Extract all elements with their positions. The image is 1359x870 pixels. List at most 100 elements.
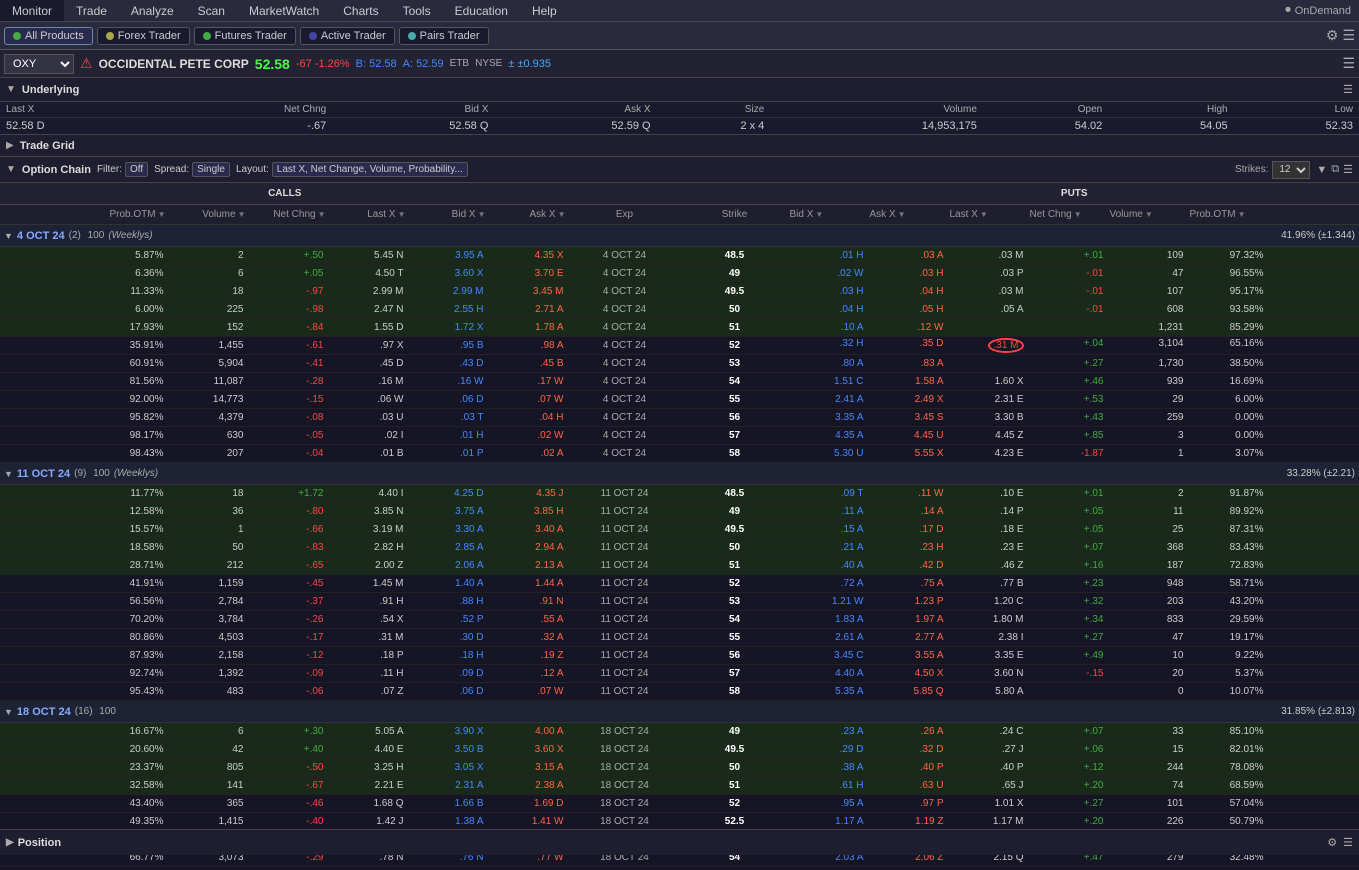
call-netchng: -.98 (250, 304, 330, 315)
gear-icon[interactable]: ⚙ (1326, 27, 1339, 44)
nav-education[interactable]: Education (443, 0, 520, 21)
data-row[interactable]: 95.82% 4,379 -.08 .03 U .03 T .04 H 4 OC… (0, 409, 1359, 427)
data-row[interactable]: 6.00% 225 -.98 2.47 N 2.55 H 2.71 A 4 OC… (0, 301, 1359, 319)
call-probotm: 17.93% (90, 322, 170, 333)
puts-col-netchng[interactable]: Net Chng▼ (1030, 209, 1110, 220)
data-row[interactable]: 56.56% 2,784 -.37 .91 H .88 H .91 N 11 O… (0, 593, 1359, 611)
pairs-trader-button[interactable]: Pairs Trader (399, 27, 489, 45)
position-gear-icon[interactable]: ⚙ (1327, 836, 1337, 849)
call-probotm: 11.33% (90, 286, 170, 297)
put-probotm: 96.55% (1190, 268, 1270, 279)
nav-analyze[interactable]: Analyze (119, 0, 186, 21)
nav-marketwatch[interactable]: MarketWatch (237, 0, 331, 21)
menu-icon[interactable]: ☰ (1342, 27, 1355, 44)
data-row[interactable]: 23.37% 805 -.50 3.25 H 3.05 X 3.15 A 18 … (0, 759, 1359, 777)
data-row[interactable]: 43.40% 365 -.46 1.68 Q 1.66 B 1.69 D 18 … (0, 795, 1359, 813)
data-row[interactable]: 81.56% 11,087 -.28 .16 M .16 W .17 W 4 O… (0, 373, 1359, 391)
puts-col-askx[interactable]: Ask X▼ (870, 209, 950, 220)
data-row[interactable]: 98.17% 630 -.05 .02 I .01 H .02 W 4 OCT … (0, 427, 1359, 445)
data-row[interactable]: 11.77% 18 +1.72 4.40 I 4.25 D 4.35 J 11 … (0, 485, 1359, 503)
expiry-strikes-1: 100 (90, 468, 109, 479)
call-volume: 152 (170, 322, 250, 333)
nav-scan[interactable]: Scan (186, 0, 237, 21)
calls-col-probotm[interactable]: Prob.OTM▼ (90, 209, 170, 220)
trade-grid-header[interactable]: ▶ Trade Grid (0, 135, 1359, 157)
nav-monitor[interactable]: Monitor (0, 0, 64, 21)
data-row[interactable]: 16.67% 6 +.30 5.05 A 3.90 X 4.00 A 18 OC… (0, 723, 1359, 741)
puts-data-1-0: .09 T .11 W .10 E +.01 2 91.87% (790, 488, 1359, 499)
data-row[interactable]: 41.91% 1,159 -.45 1.45 M 1.40 A 1.44 A 1… (0, 575, 1359, 593)
all-products-button[interactable]: All Products (4, 27, 93, 45)
data-row[interactable]: 12.58% 36 -.80 3.85 N 3.75 A 3.85 H 11 O… (0, 503, 1359, 521)
calls-col-netchng[interactable]: Net Chng▼ (250, 209, 330, 220)
calls-col-bidx[interactable]: Bid X▼ (410, 209, 490, 220)
calls-col-lastx[interactable]: Last X▼ (330, 209, 410, 220)
put-bidx: .21 A (790, 542, 870, 553)
calls-data-0-7: 81.56% 11,087 -.28 .16 M .16 W .17 W (0, 376, 570, 387)
data-row[interactable]: 87.93% 2,158 -.12 .18 P .18 H .19 Z 11 O… (0, 647, 1359, 665)
put-volume: 20 (1110, 668, 1190, 679)
symbol-select[interactable]: OXY (4, 54, 74, 74)
symbol-bar-menu[interactable]: ☰ (1342, 55, 1355, 72)
data-row[interactable]: 32.58% 141 -.67 2.21 E 2.31 A 2.38 A 18 … (0, 777, 1359, 795)
puts-col-bidx[interactable]: Bid X▼ (790, 209, 870, 220)
put-probotm: 82.01% (1190, 744, 1270, 755)
data-row[interactable]: 95.43% 483 -.06 .07 Z .06 D .07 W 11 OCT… (0, 683, 1359, 701)
trade-grid-chevron: ▶ (6, 140, 14, 151)
puts-data-1-6: 1.21 W 1.23 P 1.20 C +.32 203 43.20% (790, 596, 1359, 607)
underlying-menu[interactable]: ☰ (1343, 83, 1353, 96)
data-row[interactable]: 92.74% 1,392 -.09 .11 H .09 D .12 A 11 O… (0, 665, 1359, 683)
position-label[interactable]: ▶ Position (6, 837, 61, 849)
nav-trade[interactable]: Trade (64, 0, 119, 21)
forex-trader-button[interactable]: Forex Trader (97, 27, 190, 45)
data-row[interactable]: 70.20% 3,784 -.26 .54 X .52 P .55 A 11 O… (0, 611, 1359, 629)
calls-col-askx[interactable]: Ask X▼ (490, 209, 570, 220)
data-row[interactable]: 18.58% 50 -.83 2.82 H 2.85 A 2.94 A 11 O… (0, 539, 1359, 557)
calls-data-0-11: 98.43% 207 -.04 .01 B .01 P .02 A (0, 448, 570, 459)
futures-trader-button[interactable]: Futures Trader (194, 27, 296, 45)
data-row[interactable]: 17.93% 152 -.84 1.55 D 1.72 X 1.78 A 4 O… (0, 319, 1359, 337)
center-col-strike[interactable]: Strike (680, 209, 790, 220)
nav-tools[interactable]: Tools (391, 0, 443, 21)
active-trader-button[interactable]: Active Trader (300, 27, 395, 45)
nav-help[interactable]: Help (520, 0, 569, 21)
data-row[interactable]: 28.71% 212 -.65 2.00 Z 2.06 A 2.13 A 11 … (0, 557, 1359, 575)
underlying-header[interactable]: ▼ Underlying ☰ (0, 78, 1359, 102)
oc-copy-icon[interactable]: ⧉ (1331, 163, 1339, 176)
data-row[interactable]: 6.36% 6 +.05 4.50 T 3.60 X 3.70 E 4 OCT … (0, 265, 1359, 283)
expiry-row-2[interactable]: ▼ 18 OCT 24 (16) 100 31.85% (±2.813) (0, 701, 1359, 723)
puts-col-lastx[interactable]: Last X▼ (950, 209, 1030, 220)
data-row[interactable]: 92.00% 14,773 -.15 .06 W .06 D .07 W 4 O… (0, 391, 1359, 409)
put-lastx: 1.80 M (950, 614, 1030, 625)
strikes-select[interactable]: 12 (1272, 161, 1310, 179)
call-volume: 1,415 (170, 816, 250, 827)
ondemand-button[interactable]: ⏺ OnDemand (1285, 4, 1351, 17)
data-row[interactable]: 60.91% 5,904 -.41 .45 D .43 D .45 B 4 OC… (0, 355, 1359, 373)
data-row[interactable]: 20.60% 42 +.40 4.40 E 3.50 B 3.60 X 18 O… (0, 741, 1359, 759)
data-row[interactable]: 80.86% 4,503 -.17 .31 M .30 D .32 A 11 O… (0, 629, 1359, 647)
oc-menu-icon[interactable]: ☰ (1343, 163, 1353, 176)
oc-layout-value[interactable]: Last X, Net Change, Volume, Probability.… (272, 162, 468, 177)
puts-col-probotm[interactable]: Prob.OTM▼ (1190, 209, 1270, 220)
center-col-exp[interactable]: Exp (570, 209, 680, 220)
data-row[interactable]: 15.57% 1 -.66 3.19 M 3.30 A 3.40 A 11 OC… (0, 521, 1359, 539)
oc-filter-icon[interactable]: ▼ (1316, 164, 1327, 176)
position-menu-icon[interactable]: ☰ (1343, 836, 1353, 849)
nav-charts[interactable]: Charts (331, 0, 390, 21)
oc-filter-value[interactable]: Off (125, 162, 148, 177)
data-row[interactable]: 5.87% 2 +.50 5.45 N 3.95 A 4.35 X 4 OCT … (0, 247, 1359, 265)
data-row[interactable]: 35.91% 1,455 -.61 .97 X .95 B .98 A 4 OC… (0, 337, 1359, 355)
data-row[interactable]: 98.43% 207 -.04 .01 B .01 P .02 A 4 OCT … (0, 445, 1359, 463)
put-netchng: +.20 (1030, 816, 1110, 827)
data-row[interactable]: 11.33% 18 -.97 2.99 M 2.99 M 3.45 M 4 OC… (0, 283, 1359, 301)
oc-spread-value[interactable]: Single (192, 162, 230, 177)
put-probotm: 91.87% (1190, 488, 1270, 499)
expiry-row-1[interactable]: ▼ 11 OCT 24 (9) 100 (Weeklys) 33.28% (±2… (0, 463, 1359, 485)
call-bidx: 2.31 A (410, 780, 490, 791)
expiry-row-0[interactable]: ▼ 4 OCT 24 (2) 100 (Weeklys) 41.96% (±1.… (0, 225, 1359, 247)
calls-col-volume[interactable]: Volume▼ (170, 209, 250, 220)
underlying-chevron: ▼ (6, 84, 16, 95)
puts-col-volume[interactable]: Volume▼ (1110, 209, 1190, 220)
call-probotm: 92.74% (90, 668, 170, 679)
put-askx: .03 H (870, 268, 950, 279)
